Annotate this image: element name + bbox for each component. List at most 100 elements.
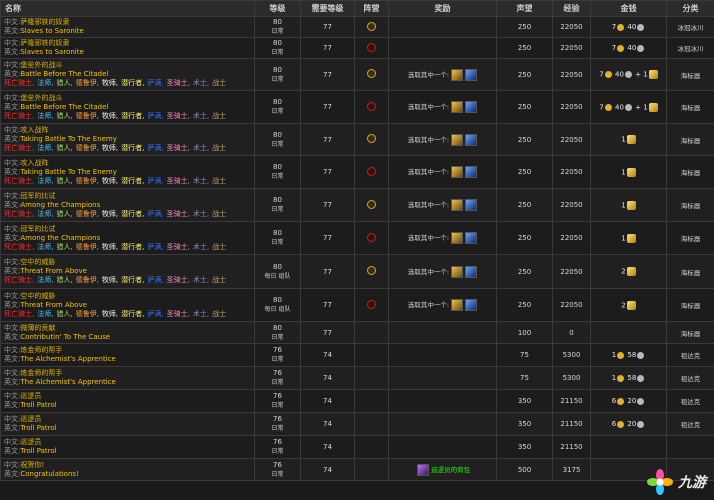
emblem-icon[interactable] (626, 200, 636, 210)
class-label[interactable]: 死亡骑士, (4, 210, 34, 218)
reward-item-icon[interactable] (451, 101, 464, 113)
quest-name-en[interactable]: Troll Patrol (20, 447, 56, 455)
class-label[interactable]: 牧师, (102, 210, 118, 218)
class-label[interactable]: 猎人, (56, 79, 72, 87)
emblem-icon[interactable] (626, 167, 636, 177)
class-label[interactable]: 牧师, (102, 310, 118, 318)
quest-name-en[interactable]: The Alchemist's Apprentice (20, 355, 116, 363)
quest-name-cn[interactable]: 微薄的贡献 (20, 324, 55, 332)
class-label[interactable]: 圣骑士, (167, 144, 190, 152)
class-label[interactable]: 萨满, (147, 210, 163, 218)
col-header-name[interactable]: 名称 (0, 0, 255, 17)
reward-item-icon[interactable] (451, 199, 464, 211)
category-cell[interactable]: 海标器 (666, 58, 714, 91)
class-label[interactable]: 法师, (37, 243, 53, 251)
quest-name-cn[interactable]: 萨隆邪铁的奴隶 (20, 18, 69, 26)
quest-name-en[interactable]: The Alchemist's Apprentice (20, 378, 116, 386)
class-label[interactable]: 术士, (193, 112, 209, 120)
emblem-icon[interactable] (648, 102, 658, 112)
class-label[interactable]: 德鲁伊, (76, 243, 99, 251)
reward-item-icon[interactable] (465, 199, 478, 211)
bag-reward-link[interactable]: 巡逻员的背包 (431, 466, 470, 474)
emblem-icon[interactable] (626, 135, 636, 144)
quest-name-cn[interactable]: 炼金师的帮手 (20, 346, 62, 354)
quest-name-cn[interactable]: 祝贺你! (20, 461, 44, 469)
quest-name-en[interactable]: Threat From Above (20, 267, 87, 275)
class-label[interactable]: 战士 (212, 144, 226, 152)
quest-name-en[interactable]: Taking Battle To The Enemy (20, 135, 117, 143)
category-cell[interactable]: 祖达克 (666, 366, 714, 390)
col-header-reward[interactable]: 奖励 (388, 0, 497, 17)
class-label[interactable]: 死亡骑士, (4, 144, 34, 152)
class-label[interactable]: 牧师, (102, 112, 118, 120)
quest-name-cn[interactable]: 萨隆邪铁的奴隶 (20, 39, 69, 47)
quest-name-en[interactable]: Taking Battle To The Enemy (20, 168, 117, 176)
quest-name-cn[interactable]: 堡垒外的战斗 (20, 94, 62, 102)
class-label[interactable]: 猎人, (56, 276, 72, 284)
class-label[interactable]: 术士, (193, 210, 209, 218)
quest-name-cn[interactable]: 攻入战阵 (20, 126, 48, 134)
reward-item-icon[interactable] (465, 68, 478, 81)
class-label[interactable]: 猎人, (56, 210, 72, 218)
quest-name-en[interactable]: Slaves to Saronite (20, 48, 83, 56)
quest-name-cn[interactable]: 冠军的比试 (20, 192, 55, 200)
quest-name-cn[interactable]: 空中的威胁 (20, 292, 55, 300)
col-header-money[interactable]: 金钱 (590, 0, 667, 17)
class-label[interactable]: 猎人, (56, 177, 72, 185)
category-cell[interactable]: 祖达克 (666, 412, 714, 436)
class-label[interactable]: 圣骑士, (167, 276, 190, 284)
class-label[interactable]: 德鲁伊, (76, 210, 99, 218)
class-label[interactable]: 法师, (37, 310, 53, 318)
emblem-icon[interactable] (626, 233, 636, 243)
class-label[interactable]: 死亡骑士, (4, 177, 34, 185)
category-cell[interactable]: 海标器 (666, 155, 714, 189)
col-header-level[interactable]: 等级 (254, 0, 301, 17)
reward-item-icon[interactable] (451, 265, 464, 278)
class-label[interactable]: 圣骑士, (167, 79, 190, 87)
quest-name-en[interactable]: Battle Before The Citadel (20, 70, 108, 78)
class-label[interactable]: 术士, (193, 310, 209, 318)
quest-name-cn[interactable]: 巡逻员 (20, 438, 41, 446)
emblem-icon[interactable] (626, 267, 636, 276)
reward-item-icon[interactable] (451, 68, 464, 81)
quest-name-en[interactable]: Troll Patrol (20, 424, 56, 432)
class-label[interactable]: 萨满, (147, 112, 163, 120)
quest-name-cn[interactable]: 冠军的比试 (20, 225, 55, 233)
quest-name-cn[interactable]: 攻入战阵 (20, 159, 48, 167)
class-label[interactable]: 潜行者, (121, 79, 144, 87)
class-label[interactable]: 法师, (37, 144, 53, 152)
class-label[interactable]: 法师, (37, 276, 53, 284)
class-label[interactable]: 圣骑士, (167, 243, 190, 251)
class-label[interactable]: 德鲁伊, (76, 276, 99, 284)
quest-name-en[interactable]: Troll Patrol (20, 401, 56, 409)
class-label[interactable]: 术士, (193, 177, 209, 185)
class-label[interactable]: 萨满, (147, 310, 163, 318)
class-label[interactable]: 猎人, (56, 243, 72, 251)
quest-name-en[interactable]: Slaves to Saronite (20, 27, 83, 35)
class-label[interactable]: 猎人, (56, 144, 72, 152)
class-label[interactable]: 潜行者, (121, 177, 144, 185)
reward-item-icon[interactable] (465, 133, 478, 146)
category-cell[interactable]: 海标器 (666, 321, 714, 344)
class-label[interactable]: 圣骑士, (167, 310, 190, 318)
class-label[interactable]: 萨满, (147, 79, 163, 87)
class-label[interactable]: 潜行者, (121, 210, 144, 218)
class-label[interactable]: 战士 (212, 112, 226, 120)
class-label[interactable]: 术士, (193, 144, 209, 152)
class-label[interactable]: 法师, (37, 79, 53, 87)
class-label[interactable]: 死亡骑士, (4, 276, 34, 284)
class-label[interactable]: 圣骑士, (167, 112, 190, 120)
class-label[interactable]: 潜行者, (121, 144, 144, 152)
quest-name-cn[interactable]: 巡逻员 (20, 392, 41, 400)
reward-item-icon[interactable] (451, 133, 464, 146)
category-cell[interactable]: 祖达克 (666, 343, 714, 367)
col-header-req-level[interactable]: 需要等级 (300, 0, 355, 17)
class-label[interactable]: 死亡骑士, (4, 79, 34, 87)
reward-item-icon[interactable] (465, 299, 478, 311)
class-label[interactable]: 潜行者, (121, 310, 144, 318)
quest-name-en[interactable]: Threat From Above (20, 301, 87, 309)
class-label[interactable]: 萨满, (147, 177, 163, 185)
category-cell[interactable]: 冰冠冰川 (666, 37, 714, 59)
class-label[interactable]: 战士 (212, 243, 226, 251)
emblem-icon[interactable] (648, 70, 658, 79)
